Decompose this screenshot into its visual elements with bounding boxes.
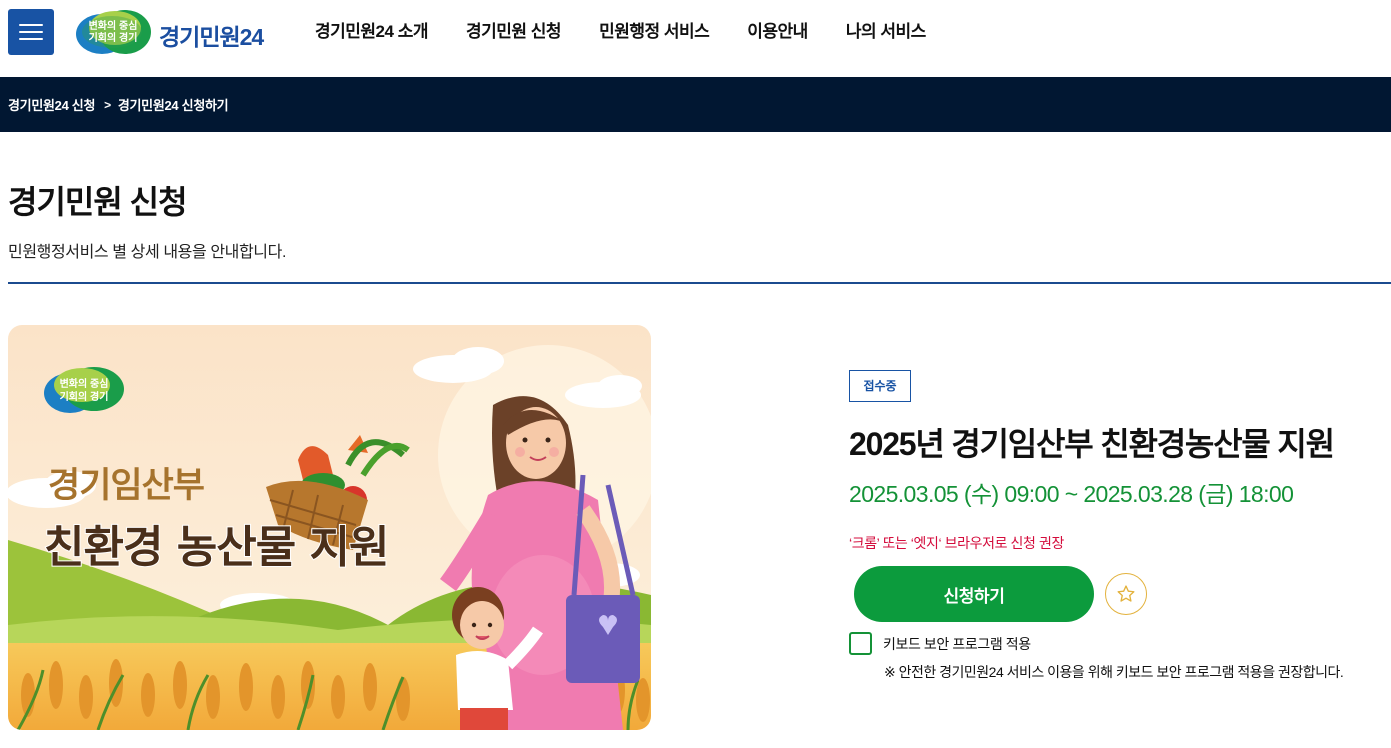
service-banner-image: 변화의 중심 기회의 경기 경기임산부 친환경 농산물 지원 (8, 325, 651, 730)
page-title: 경기민원 신청 (8, 184, 188, 220)
gyeonggi-emblem-icon: 변화의 중심 기회의 경기 (76, 10, 151, 54)
star-outline-icon (1117, 585, 1135, 602)
banner-headline-line2: 친환경 농산물 지원 (44, 522, 388, 573)
keyboard-security-note: ※ 안전한 경기민원24 서비스 이용을 위해 키보드 보안 프로그램 적용을 … (884, 664, 1344, 680)
service-title: 2025년 경기임산부 친환경농산물 지원 (849, 426, 1335, 462)
browser-recommendation: ‘크롬’ 또는 ‘엣지‘ 브라우저로 신청 권장 (849, 535, 1064, 551)
nav-item-apply[interactable]: 경기민원 신청 (447, 20, 580, 44)
site-header: 변화의 중심 기회의 경기 경기민원24 경기민원24 소개 경기민원 신청 민… (0, 0, 1391, 77)
breadcrumb-item-apply[interactable]: 경기민원24 신청 (8, 95, 95, 114)
nav-item-guide[interactable]: 이용안내 (728, 20, 827, 44)
application-period: 2025.03.05 (수) 09:00 ~ 2025.03.28 (금) 18… (849, 481, 1294, 507)
site-logo[interactable]: 변화의 중심 기회의 경기 경기민원24 (75, 8, 265, 56)
main-nav: 경기민원24 소개 경기민원 신청 민원행정 서비스 이용안내 나의 서비스 (296, 20, 945, 44)
status-badge: 접수중 (849, 370, 911, 402)
keyboard-security-label[interactable]: 키보드 보안 프로그램 적용 (883, 634, 1031, 654)
chevron-right-icon: > (104, 97, 111, 112)
nav-item-admin-service[interactable]: 민원행정 서비스 (580, 20, 728, 44)
breadcrumb-bar: 경기민원24 신청 > 경기민원24 신청하기 (0, 77, 1391, 132)
banner-headline-line1: 경기임산부 (48, 466, 204, 506)
banner-emblem-line1: 변화의 중심 (60, 377, 109, 390)
keyboard-security-checkbox[interactable] (849, 632, 872, 655)
nav-item-intro[interactable]: 경기민원24 소개 (296, 20, 447, 44)
title-divider (8, 282, 1391, 284)
menu-button[interactable] (8, 9, 54, 55)
page-description: 민원행정서비스 별 상세 내용을 안내합니다. (8, 244, 286, 261)
banner-emblem-line2: 기회의 경기 (60, 390, 109, 403)
logo-emblem-line1: 변화의 중심 (89, 19, 138, 32)
logo-name: 경기민원24 (159, 24, 264, 50)
hamburger-menu-icon (19, 24, 43, 26)
breadcrumb: 경기민원24 신청 > 경기민원24 신청하기 (8, 95, 229, 114)
apply-button[interactable]: 신청하기 (854, 566, 1094, 622)
nav-item-my-service[interactable]: 나의 서비스 (827, 20, 945, 44)
logo-emblem-line2: 기회의 경기 (89, 31, 138, 44)
favorite-button[interactable] (1105, 573, 1147, 615)
breadcrumb-item-current[interactable]: 경기민원24 신청하기 (118, 95, 229, 114)
